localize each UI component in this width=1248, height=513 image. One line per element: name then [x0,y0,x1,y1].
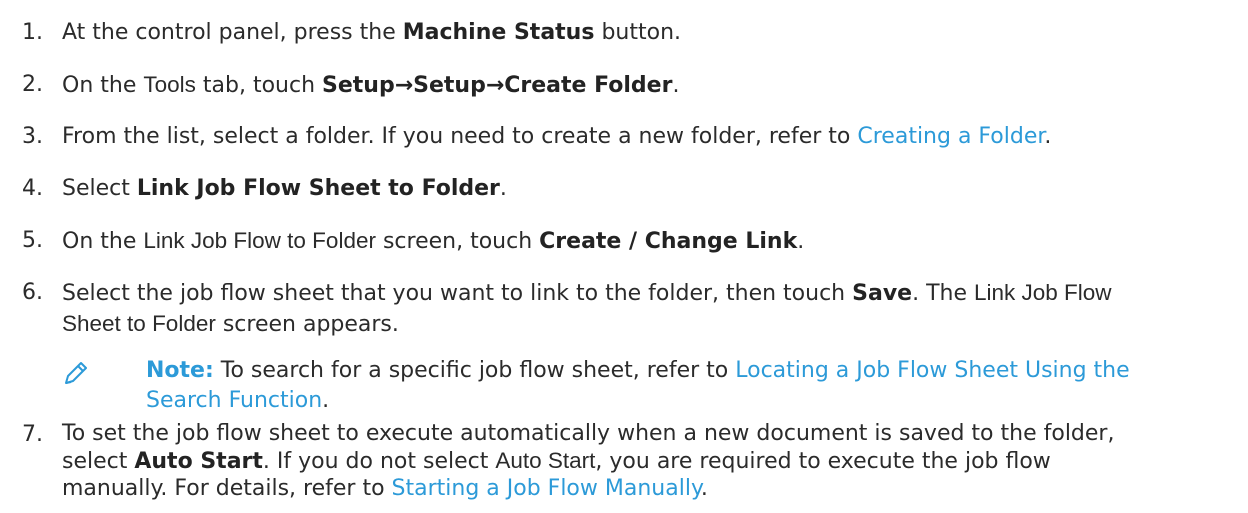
step-text: From the list, select a folder. If you n… [62,122,1238,152]
text: Select [62,176,137,201]
text: tab, touch [195,73,323,98]
starting-job-flow-link[interactable]: Starting a Job Flow Manually [392,476,701,501]
auto-start-option: Auto Start [134,449,263,474]
text: Select the job flow sheet that you want … [62,281,853,306]
create-change-link-button-name: Create / Change Link [539,229,798,254]
text: . [322,388,330,413]
step-text: To set the job flow sheet to execute aut… [62,420,1238,502]
text: . The [912,281,974,306]
step-number: 5. [22,228,43,253]
text: select [62,449,135,474]
pencil-icon [62,358,90,388]
locating-job-flow-link-continued[interactable]: Search Function [146,388,322,413]
text: To search for a specific job flow sheet,… [213,358,736,383]
step-text: On the Link Job Flow to Folder screen, t… [62,226,1238,257]
machine-status-button-name: Machine Status [402,20,595,45]
step-number: 3. [22,124,43,149]
text: screen appears. [215,312,399,337]
step-number: 7. [22,422,43,447]
text: . [797,229,805,254]
text: From the list, select a folder. If you n… [62,124,858,149]
screen-name: Link Job Flow [973,280,1112,305]
step-number: 4. [22,176,43,201]
save-button-name: Save [852,281,913,306]
step-text: At the control panel, press the Machine … [62,18,1238,48]
creating-folder-link[interactable]: Creating a Folder [857,124,1044,149]
menu-path: Setup→Setup→Create Folder [322,73,673,98]
text: . If you do not select [262,449,496,474]
step-text: Select Link Job Flow Sheet to Folder. [62,174,1238,204]
screen-name-continued: Sheet to Folder [62,311,216,336]
text: . [672,73,680,98]
link-job-flow-option: Link Job Flow Sheet to Folder [136,176,500,201]
text: . [1044,124,1052,149]
screen-name: Link Job Flow to Folder [143,228,376,253]
note-text: Note: To search for a specific job flow … [146,356,1236,416]
note-label: Note: [146,358,214,383]
text: . [499,176,507,201]
text: On the [62,229,144,254]
tools-tab-name: Tools [143,72,196,97]
locating-job-flow-link[interactable]: Locating a Job Flow Sheet Using the [735,358,1129,383]
text: . [700,476,708,501]
text: At the control panel, press the [62,20,403,45]
step-text: Select the job flow sheet that you want … [62,278,1238,340]
text: On the [62,73,144,98]
text: , you are required to execute the job fl… [595,449,1051,474]
auto-start-name: Auto Start [495,448,596,473]
step-number: 6. [22,280,43,305]
step-text: On the Tools tab, touch Setup→Setup→Crea… [62,70,1238,101]
text: To set the job flow sheet to execute aut… [62,421,1115,446]
step-number: 1. [22,20,43,45]
step-number: 2. [22,72,43,97]
text: screen, touch [375,229,540,254]
instruction-page: 1. At the control panel, press the Machi… [0,0,1248,513]
text: manually. For details, refer to [62,476,392,501]
text: button. [594,20,682,45]
